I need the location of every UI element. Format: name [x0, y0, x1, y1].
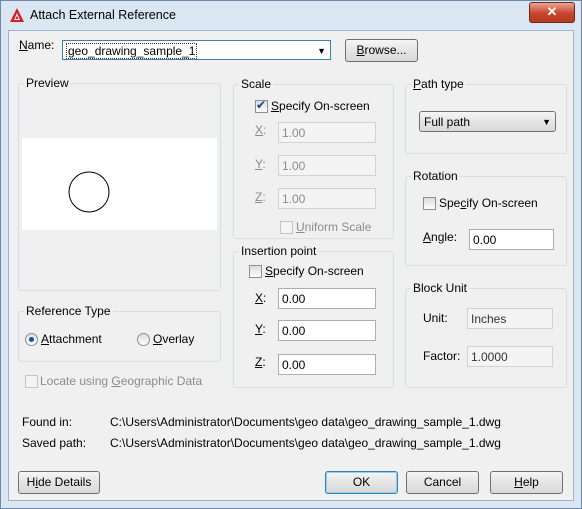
browse-button[interactable]: Browse... — [345, 39, 418, 62]
angle-field[interactable]: 0.00 — [469, 229, 554, 250]
overlay-label[interactable]: Overlay — [153, 332, 194, 346]
block-unit-group: Block Unit Unit: Inches Factor: 1.0000 — [405, 281, 567, 388]
found-in-label: Found in: — [22, 415, 73, 429]
preview-group: Preview — [18, 76, 221, 291]
insertion-y-label: Y: — [255, 322, 266, 336]
close-icon: ✕ — [546, 4, 558, 19]
name-combobox[interactable]: geo_drawing_sample_1 ▼ — [62, 40, 331, 60]
scale-group: Scale ✔ Specify On-screen X: 1.00 Y: 1.0… — [233, 77, 394, 239]
factor-label: Factor: — [423, 349, 461, 363]
scale-y-field[interactable]: 1.00 — [278, 155, 376, 176]
rotation-group: Rotation Specify On-screen Angle: 0.00 — [405, 169, 567, 266]
path-type-value: Full path — [424, 115, 471, 129]
scale-title: Scale — [239, 77, 274, 91]
saved-path-label: Saved path: — [22, 436, 87, 450]
insertion-y-field[interactable]: 0.00 — [278, 320, 376, 341]
block-unit-title: Block Unit — [411, 281, 470, 295]
scale-y-label: Y: — [255, 157, 266, 171]
insertion-x-field[interactable]: 0.00 — [278, 288, 376, 309]
window-title: Attach External Reference — [30, 8, 176, 22]
scale-specify-label: Specify On-screen — [271, 99, 370, 113]
ok-button[interactable]: OK — [325, 471, 398, 494]
title-bar[interactable]: Attach External Reference ✕ — [1, 1, 581, 31]
geographic-data-checkbox[interactable] — [25, 375, 38, 388]
reference-type-title: Reference Type — [24, 304, 113, 318]
unit-value: Inches — [467, 308, 553, 329]
preview-title: Preview — [24, 76, 71, 90]
cancel-button[interactable]: Cancel — [406, 471, 479, 494]
uniform-scale-label: Uniform Scale — [296, 220, 372, 234]
path-type-group: Path type Full path ▼ — [405, 77, 567, 154]
rotation-specify-label: Specify On-screen — [439, 196, 538, 210]
chevron-down-icon: ▼ — [542, 117, 551, 127]
insertion-specify-checkbox[interactable] — [249, 265, 262, 278]
angle-label: Angle: — [423, 230, 458, 244]
geographic-data-label: Locate using Geographic Data — [40, 374, 203, 388]
scale-x-field[interactable]: 1.00 — [278, 122, 376, 143]
scale-z-label: Z: — [255, 190, 266, 204]
insertion-z-field[interactable]: 0.00 — [278, 354, 376, 375]
insertion-point-title: Insertion point — [239, 244, 319, 258]
scale-specify-checkbox[interactable]: ✔ — [255, 98, 268, 113]
name-label: Name: — [19, 38, 55, 52]
overlay-radio[interactable] — [137, 333, 150, 346]
path-type-dropdown[interactable]: Full path ▼ — [419, 111, 556, 132]
saved-path-value: C:\Users\Administrator\Documents\geo dat… — [110, 436, 501, 450]
close-button[interactable]: ✕ — [529, 2, 575, 23]
insertion-point-group: Insertion point Specify On-screen X: 0.0… — [233, 244, 394, 388]
autocad-logo-icon — [10, 8, 24, 22]
factor-value: 1.0000 — [467, 346, 553, 367]
rotation-specify-checkbox[interactable] — [423, 197, 436, 210]
hide-details-button[interactable]: Hide Details — [18, 471, 100, 494]
insertion-x-label: X: — [255, 291, 267, 305]
attachment-radio[interactable] — [25, 333, 38, 346]
unit-label: Unit: — [423, 311, 448, 325]
path-type-title: Path type — [411, 77, 466, 91]
found-in-value: C:\Users\Administrator\Documents\geo dat… — [110, 415, 501, 429]
chevron-down-icon[interactable]: ▼ — [317, 41, 326, 61]
reference-type-group: Reference Type Attachment Overlay — [18, 304, 221, 362]
uniform-scale-checkbox[interactable] — [280, 221, 293, 234]
help-button[interactable]: Help — [490, 471, 563, 494]
preview-canvas — [22, 138, 217, 230]
insertion-specify-label: Specify On-screen — [265, 264, 364, 278]
scale-x-label: X: — [255, 123, 267, 137]
attachment-label[interactable]: Attachment — [41, 332, 102, 346]
dialog-client: Name: geo_drawing_sample_1 ▼ Browse... P… — [8, 30, 574, 501]
scale-z-field[interactable]: 1.00 — [278, 188, 376, 209]
drawing-preview — [68, 171, 110, 213]
name-value: geo_drawing_sample_1 — [66, 43, 198, 59]
rotation-title: Rotation — [411, 169, 460, 183]
insertion-z-label: Z: — [255, 355, 266, 369]
